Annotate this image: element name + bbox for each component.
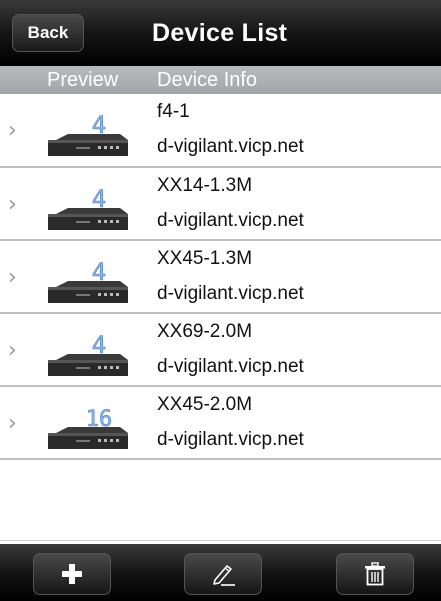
navigation-bar: Back Device List [0, 0, 441, 66]
device-name: XX69-2.0M [157, 321, 253, 342]
dvr-device-icon: 16 [48, 407, 128, 449]
svg-text:16: 16 [86, 407, 113, 432]
pencil-icon [213, 565, 235, 586]
chevron-right-icon: › [8, 265, 17, 290]
add-device-button[interactable] [33, 553, 111, 595]
preview-column-label: Preview [47, 69, 119, 91]
device-row[interactable]: › 4 XX45-1.3M d-vigilant.vicp.net [0, 241, 441, 314]
device-row[interactable]: › 4 XX14-1.3M d-vigilant.vicp.net [0, 168, 441, 241]
back-button[interactable]: Back [12, 14, 84, 52]
delete-device-button[interactable] [336, 553, 414, 595]
bottom-toolbar [0, 544, 441, 601]
page-title: Device List [152, 19, 288, 47]
dvr-device-icon: 4 [48, 258, 128, 303]
device-row[interactable]: › 4 XX69-2.0M d-vigilant.vicp.net [0, 314, 441, 387]
svg-text:4: 4 [92, 185, 106, 213]
chevron-right-icon: › [8, 192, 17, 217]
svg-text:4: 4 [92, 331, 106, 359]
plus-icon [62, 564, 82, 584]
trash-icon [365, 562, 385, 586]
device-host: d-vigilant.vicp.net [157, 356, 304, 377]
device-host: d-vigilant.vicp.net [157, 136, 304, 157]
device-name: XX45-1.3M [157, 248, 253, 269]
svg-text:4: 4 [92, 111, 106, 139]
device-list: › 4 f4-1 d-vigilant.vicp.net › 4 XX14-1.… [0, 94, 441, 460]
device-host: d-vigilant.vicp.net [157, 283, 304, 304]
device-row[interactable]: › 4 f4-1 d-vigilant.vicp.net [0, 94, 441, 168]
device-name: f4-1 [157, 101, 190, 122]
svg-text:4: 4 [92, 258, 106, 286]
column-header: Preview Device Info [0, 66, 441, 94]
device-row[interactable]: › 16 XX45-2.0M d-vigilant.vicp.net [0, 387, 441, 460]
chevron-right-icon: › [8, 411, 17, 436]
toolbar-divider [0, 540, 441, 541]
dvr-device-icon: 4 [48, 111, 128, 156]
device-host: d-vigilant.vicp.net [157, 210, 304, 231]
dvr-device-icon: 4 [48, 331, 128, 376]
device-info-column-label: Device Info [157, 69, 258, 91]
device-host: d-vigilant.vicp.net [157, 429, 304, 450]
edit-device-button[interactable] [184, 553, 262, 595]
chevron-right-icon: › [8, 338, 17, 363]
device-name: XX45-2.0M [157, 394, 253, 415]
dvr-device-icon: 4 [48, 185, 128, 230]
chevron-right-icon: › [8, 118, 17, 143]
device-name: XX14-1.3M [157, 175, 253, 196]
